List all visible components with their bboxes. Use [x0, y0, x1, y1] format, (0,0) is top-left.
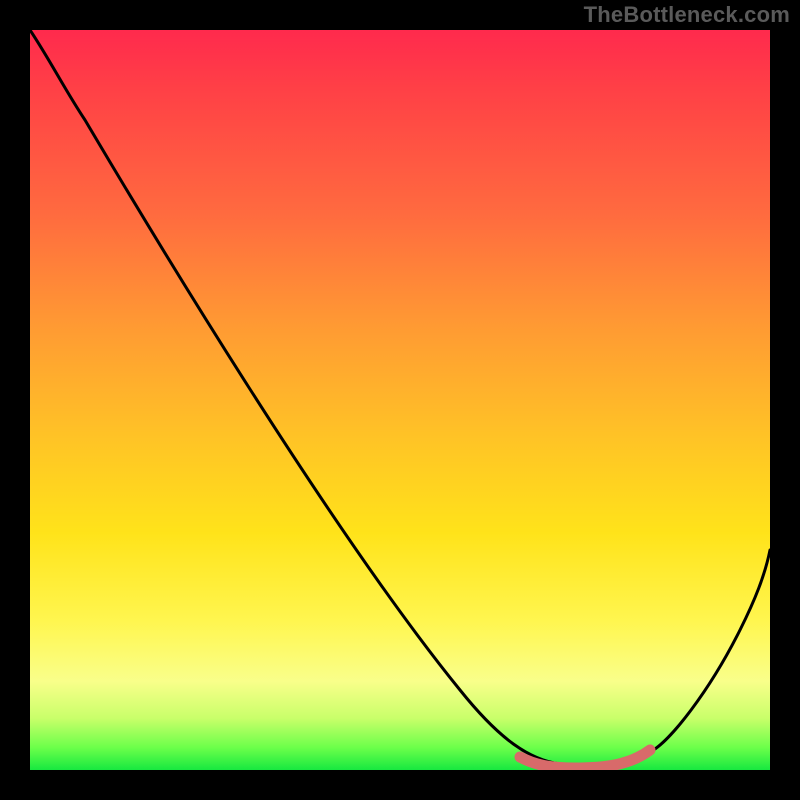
highlight-band	[520, 750, 650, 768]
curve-layer	[30, 30, 770, 770]
watermark-text: TheBottleneck.com	[584, 2, 790, 28]
plot-area	[30, 30, 770, 770]
bottleneck-curve	[30, 30, 770, 766]
chart-frame: TheBottleneck.com	[0, 0, 800, 800]
